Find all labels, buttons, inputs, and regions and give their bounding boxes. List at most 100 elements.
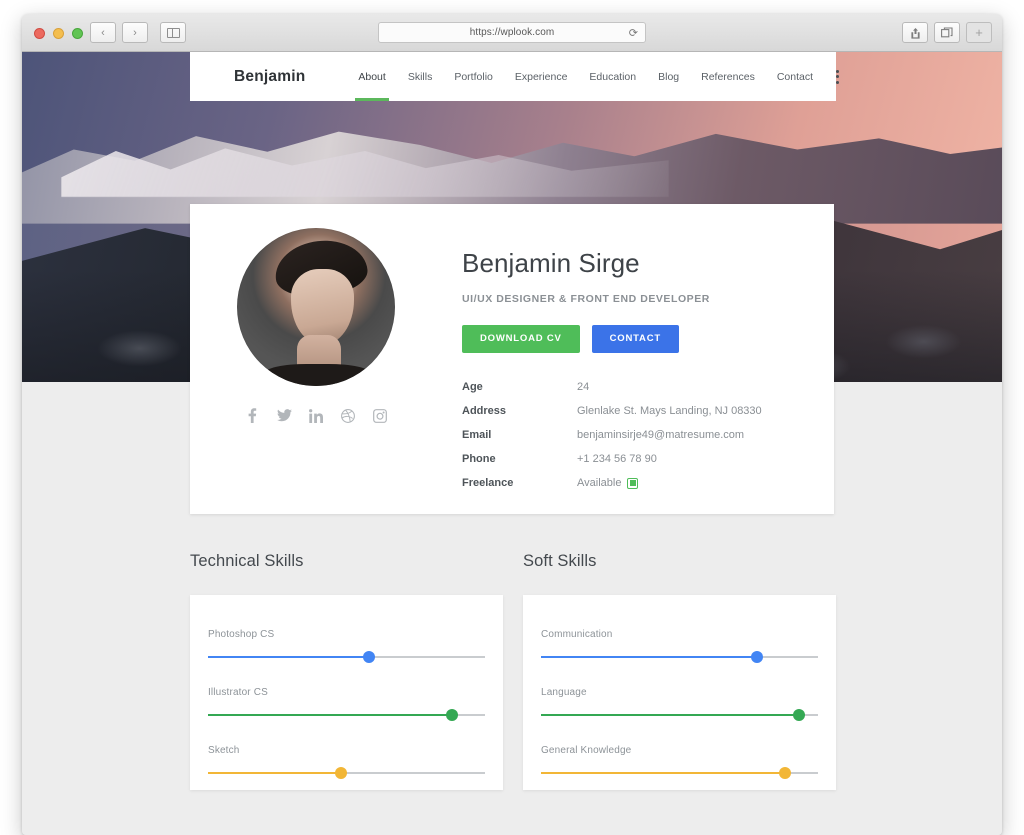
sidebar-toggle-button[interactable] bbox=[160, 22, 186, 43]
reload-icon[interactable]: ⟳ bbox=[629, 26, 638, 39]
nav-link-blog[interactable]: Blog bbox=[647, 52, 690, 101]
slider-thumb[interactable] bbox=[334, 767, 347, 779]
show-tabs-button[interactable] bbox=[934, 22, 960, 43]
skill-slider[interactable] bbox=[541, 767, 818, 779]
profile-right-column: Benjamin Sirge UI/UX DESIGNER & FRONT EN… bbox=[442, 204, 834, 514]
skill-communication: Communication bbox=[541, 629, 818, 663]
forward-button[interactable]: › bbox=[122, 22, 148, 43]
maximize-window-button[interactable] bbox=[72, 28, 83, 39]
soft-skills-card: Communication Language General Knowledge bbox=[523, 595, 836, 790]
technical-skills-card: Photoshop CS Illustrator CS Sketch bbox=[190, 595, 503, 790]
skill-label: Illustrator CS bbox=[208, 687, 268, 698]
chevron-left-icon: ‹ bbox=[101, 26, 105, 39]
slider-fill bbox=[208, 714, 452, 716]
skill-language: Language bbox=[541, 687, 818, 721]
detail-value[interactable]: benjaminsirje49@matresume.com bbox=[577, 429, 744, 441]
slider-thumb[interactable] bbox=[362, 651, 375, 663]
tabs-icon bbox=[941, 26, 953, 37]
nav-link-experience[interactable]: Experience bbox=[504, 52, 579, 101]
page-title: Benjamin Sirge bbox=[462, 248, 640, 278]
dribbble-icon[interactable] bbox=[341, 408, 356, 423]
nav-link-about[interactable]: About bbox=[347, 52, 396, 101]
detail-label: Freelance bbox=[462, 477, 514, 489]
profile-details: Age 24 Address Glenlake St. Mays Landing… bbox=[462, 381, 834, 489]
nav-links: About Skills Portfolio Experience Educat… bbox=[347, 52, 840, 101]
skill-slider[interactable] bbox=[541, 651, 818, 663]
kebab-menu-icon[interactable] bbox=[836, 69, 840, 84]
url-text: https://wplook.com bbox=[469, 27, 555, 38]
avatar-face bbox=[290, 269, 354, 345]
detail-row-email: Email benjaminsirje49@matresume.com bbox=[462, 429, 834, 441]
technical-skills-column: Technical Skills Photoshop CS Illustrato… bbox=[190, 552, 503, 790]
profile-left-column bbox=[190, 204, 442, 514]
detail-label: Email bbox=[462, 429, 492, 441]
skill-slider[interactable] bbox=[208, 709, 485, 721]
close-window-button[interactable] bbox=[34, 28, 45, 39]
slider-thumb[interactable] bbox=[445, 709, 458, 721]
contact-button[interactable]: CONTACT bbox=[591, 325, 679, 353]
detail-row-phone: Phone +1 234 56 78 90 bbox=[462, 453, 834, 465]
skill-slider[interactable] bbox=[208, 651, 485, 663]
skill-slider[interactable] bbox=[208, 767, 485, 779]
download-cv-button[interactable]: DOWNLOAD CV bbox=[462, 325, 580, 353]
skill-photoshop: Photoshop CS bbox=[208, 629, 485, 663]
detail-row-age: Age 24 bbox=[462, 381, 834, 393]
instagram-icon[interactable] bbox=[373, 408, 388, 423]
new-tab-button[interactable]: + bbox=[966, 22, 992, 43]
detail-row-address: Address Glenlake St. Mays Landing, NJ 08… bbox=[462, 405, 834, 417]
person-role: UI/UX DESIGNER & FRONT END DEVELOPER bbox=[462, 293, 710, 305]
skill-slider[interactable] bbox=[541, 709, 818, 721]
available-badge-icon bbox=[627, 477, 639, 489]
page-viewport: Benjamin About Skills Portfolio Experien… bbox=[22, 52, 1002, 835]
minimize-window-button[interactable] bbox=[53, 28, 64, 39]
freelance-status-text: Available bbox=[577, 477, 622, 489]
slider-fill bbox=[541, 714, 799, 716]
skill-label: Language bbox=[541, 687, 587, 698]
skill-illustrator: Illustrator CS bbox=[208, 687, 485, 721]
soft-skills-column: Soft Skills Communication Language Gener… bbox=[523, 552, 836, 790]
soft-skills-title: Soft Skills bbox=[523, 552, 597, 570]
share-button[interactable] bbox=[902, 22, 928, 43]
linkedin-icon[interactable] bbox=[309, 408, 324, 423]
window-controls bbox=[34, 28, 83, 39]
site-brand[interactable]: Benjamin bbox=[234, 68, 305, 86]
detail-label: Phone bbox=[462, 453, 496, 465]
sidebar-icon bbox=[166, 27, 180, 38]
nav-link-contact[interactable]: Contact bbox=[766, 52, 824, 101]
chevron-right-icon: › bbox=[133, 26, 137, 39]
skill-label: Sketch bbox=[208, 745, 240, 756]
slider-fill bbox=[541, 772, 785, 774]
nav-link-skills[interactable]: Skills bbox=[397, 52, 444, 101]
nav-link-education[interactable]: Education bbox=[578, 52, 647, 101]
address-bar[interactable]: https://wplook.com ⟳ bbox=[378, 22, 646, 43]
avatar-shoulder bbox=[265, 363, 370, 386]
social-links bbox=[245, 408, 388, 423]
browser-nav-buttons: ‹ › bbox=[90, 22, 186, 43]
detail-label: Age bbox=[462, 381, 483, 393]
skill-label: Communication bbox=[541, 629, 613, 640]
browser-titlebar: ‹ › https://wplook.com ⟳ + bbox=[22, 14, 1002, 52]
detail-row-freelance: Freelance Available bbox=[462, 477, 834, 489]
slider-fill bbox=[208, 772, 341, 774]
detail-value: Glenlake St. Mays Landing, NJ 08330 bbox=[577, 405, 762, 417]
profile-card: Benjamin Sirge UI/UX DESIGNER & FRONT EN… bbox=[190, 204, 834, 514]
browser-window: ‹ › https://wplook.com ⟳ + Benjamin Abou… bbox=[22, 14, 1002, 835]
facebook-icon[interactable] bbox=[245, 408, 260, 423]
skill-sketch: Sketch bbox=[208, 745, 485, 779]
detail-value: Available bbox=[577, 477, 639, 489]
nav-link-portfolio[interactable]: Portfolio bbox=[443, 52, 504, 101]
slider-thumb[interactable] bbox=[751, 651, 764, 663]
slider-thumb[interactable] bbox=[792, 709, 805, 721]
skill-general-knowledge: General Knowledge bbox=[541, 745, 818, 779]
browser-toolbar-right: + bbox=[902, 22, 992, 43]
nav-link-references[interactable]: References bbox=[690, 52, 766, 101]
detail-value: +1 234 56 78 90 bbox=[577, 453, 657, 465]
share-icon bbox=[910, 27, 920, 39]
detail-value: 24 bbox=[577, 381, 590, 393]
slider-thumb[interactable] bbox=[778, 767, 791, 779]
detail-label: Address bbox=[462, 405, 507, 417]
twitter-icon[interactable] bbox=[276, 408, 292, 423]
avatar bbox=[237, 228, 395, 386]
skills-section: Technical Skills Photoshop CS Illustrato… bbox=[190, 552, 836, 790]
back-button[interactable]: ‹ bbox=[90, 22, 116, 43]
